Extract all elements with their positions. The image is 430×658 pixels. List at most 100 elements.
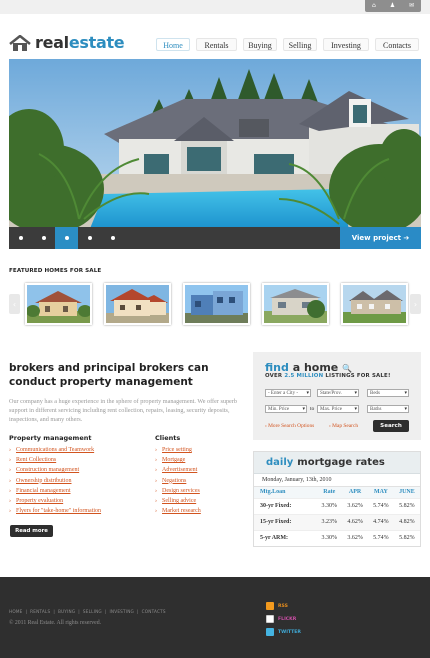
clients-link-2[interactable]: Mortgage (155, 455, 201, 465)
chevron-left-icon: ‹ (12, 299, 17, 309)
nav-contacts[interactable]: Contacts (375, 38, 419, 51)
twitter-link[interactable]: TWITTER (266, 628, 301, 636)
read-more-button[interactable]: Read more (10, 525, 53, 537)
mail-icon[interactable]: ✉ (409, 3, 414, 9)
pm-link-4[interactable]: Ownership distribution (9, 476, 101, 486)
more-search-options-link[interactable]: › More Search Options (265, 423, 314, 429)
main-nav: Home Rentals Buying Selling Investing Co… (156, 38, 425, 51)
footer-link-investing[interactable]: INVESTING (110, 609, 135, 614)
logo[interactable]: realestate (9, 33, 125, 52)
flickr-link[interactable]: FLICKR (266, 615, 296, 623)
table-cell: 5.82% (393, 497, 420, 514)
featured-thumb-2[interactable] (104, 283, 171, 325)
mortgage-title: daily mortgage rates (254, 452, 420, 474)
nav-investing[interactable]: Investing (323, 38, 369, 51)
slide-dot-1[interactable] (9, 227, 32, 249)
nav-rentals[interactable]: Rentals (196, 38, 237, 51)
footer-separator: | (137, 609, 139, 614)
view-project-button[interactable]: View project ➔ (340, 227, 421, 249)
clients-link-7[interactable]: Market research (155, 506, 201, 516)
column-header: MAY (367, 487, 394, 498)
table-header-row: Mtg.Loan Rate APR MAY JUNE (254, 487, 420, 498)
user-icon[interactable]: ♟ (390, 3, 395, 9)
column-header: Rate (316, 487, 343, 498)
top-icon-strip: ⌂ ♟ ✉ (365, 0, 421, 12)
state-select[interactable]: State/Prov. (317, 389, 359, 397)
carousel-prev-button[interactable]: ‹ (9, 294, 20, 314)
slide-control-bar: View project ➔ (9, 227, 421, 249)
footer-link-rentals[interactable]: RENTALS (30, 609, 50, 614)
table-cell: 5-yr ARM: (254, 529, 317, 546)
table-cell: 30-yr Fixed: (254, 497, 317, 514)
mortgage-rates-panel: daily mortgage rates Monday, January, 13t… (253, 451, 421, 547)
clients-link-5[interactable]: Design services (155, 486, 201, 496)
table-cell: 4.62% (342, 513, 368, 530)
house-logo-icon (9, 34, 31, 51)
baths-select[interactable]: Baths (367, 405, 409, 413)
footer-link-home[interactable]: HOME (9, 609, 23, 614)
table-cell: 4.74% (367, 513, 394, 530)
min-price-select[interactable]: Min. Price (265, 405, 307, 413)
clients-link-1[interactable]: Price setting (155, 445, 201, 455)
column-header: APR (342, 487, 368, 498)
featured-thumb-3[interactable] (183, 283, 250, 325)
slide-dot-4[interactable] (78, 227, 101, 249)
slide-dot-5[interactable] (101, 227, 124, 249)
rss-link[interactable]: RSS (266, 602, 288, 610)
property-management-title: Property management (9, 434, 92, 442)
slide-dot-3[interactable] (55, 227, 78, 249)
clients-title: Clients (155, 434, 181, 442)
footer-nav: HOME | RENTALS | BUYING | SELLING | INVE… (9, 609, 169, 614)
table-cell: 3.30% (316, 529, 343, 546)
footer-link-buying[interactable]: BUYING (58, 609, 75, 614)
home-icon[interactable]: ⌂ (372, 3, 376, 9)
rss-icon (266, 602, 274, 610)
carousel-next-button[interactable]: › (410, 294, 421, 314)
table-cell: 15-yr Fixed: (254, 513, 317, 530)
max-price-select[interactable]: Max. Price (317, 405, 359, 413)
table-row: 5-yr ARM: 3.30% 3.62% 5.74% 5.82% (254, 529, 420, 546)
pm-link-5[interactable]: Financial management (9, 486, 101, 496)
footer-separator: | (25, 609, 28, 614)
pm-link-6[interactable]: Property evaluation (9, 496, 101, 506)
city-select[interactable]: - Enter a City - (265, 389, 311, 397)
table-cell: 5.82% (393, 529, 420, 546)
clients-link-6[interactable]: Selling advice (155, 496, 201, 506)
mortgage-table: Mtg.Loan Rate APR MAY JUNE 30-yr Fixed: … (254, 487, 420, 546)
footer-separator: | (78, 609, 80, 614)
hero-slider: View project ➔ (9, 59, 421, 249)
table-cell: 3.30% (316, 497, 343, 514)
pm-link-1[interactable]: Communications and Teamwork (9, 445, 101, 455)
map-search-link[interactable]: › Map Search (329, 423, 358, 429)
footer-link-contacts[interactable]: CONTACTS (142, 609, 166, 614)
pm-link-3[interactable]: Construction management (9, 465, 101, 475)
mortgage-date: Monday, January, 13th, 2010 (254, 474, 420, 487)
footer: HOME | RENTALS | BUYING | SELLING | INVE… (0, 577, 430, 658)
magnifier-icon: 🔍 (342, 364, 353, 373)
nav-selling[interactable]: Selling (283, 38, 317, 51)
featured-thumb-1[interactable] (25, 283, 92, 325)
beds-select[interactable]: Beds (367, 389, 409, 397)
footer-link-selling[interactable]: SELLING (83, 609, 102, 614)
featured-thumb-4[interactable] (262, 283, 329, 325)
nav-buying[interactable]: Buying (243, 38, 277, 51)
pm-link-7[interactable]: Flyers for "take-home" information (9, 506, 101, 516)
pm-link-2[interactable]: Rent Collections (9, 455, 101, 465)
intro-paragraph: Our company has a huge experience in the… (9, 398, 237, 423)
find-home-subtitle: OVER 2.5 MILLION LISTINGS FOR SALE! (265, 373, 391, 379)
table-cell: 5.74% (367, 497, 394, 514)
intro-headline: brokers and principal brokers can conduc… (9, 362, 209, 388)
search-button[interactable]: Search (373, 420, 409, 432)
clients-link-3[interactable]: Advertisement (155, 465, 201, 475)
table-row: 15-yr Fixed: 3.23% 4.62% 4.74% 4.82% (254, 513, 420, 530)
logo-text: realestate (35, 33, 125, 52)
slide-dot-2[interactable] (32, 227, 55, 249)
table-cell: 5.74% (367, 529, 394, 546)
featured-title: FEATURED HOMES FOR SALE (9, 268, 102, 274)
featured-carousel: ‹ › (9, 283, 421, 325)
nav-home[interactable]: Home (156, 38, 190, 51)
clients-link-4[interactable]: Negations (155, 476, 201, 486)
table-row: 30-yr Fixed: 3.30% 3.62% 5.74% 5.82% (254, 497, 420, 514)
hero-house-image (9, 59, 421, 249)
featured-thumb-5[interactable] (341, 283, 408, 325)
